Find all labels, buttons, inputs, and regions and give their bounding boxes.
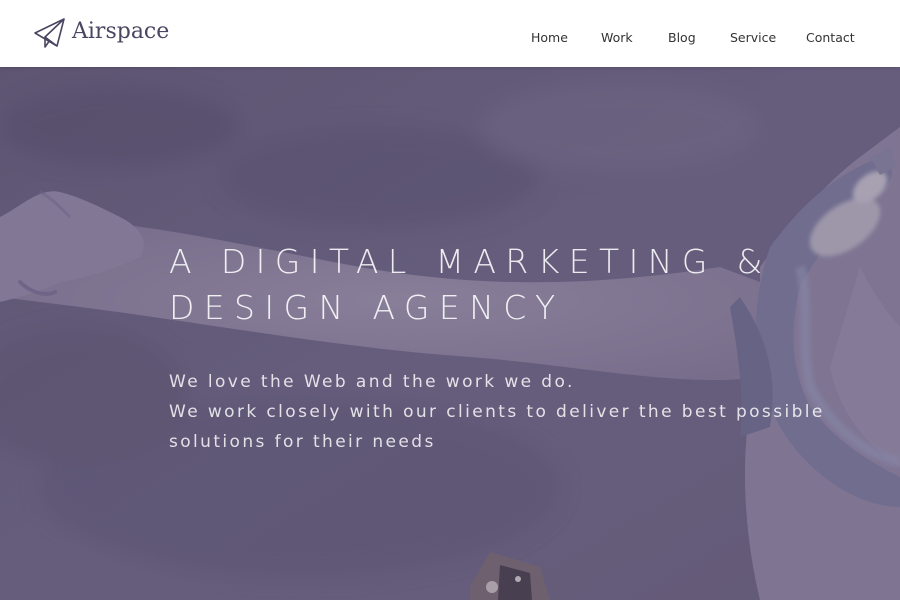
page: Airspace Home Work Blog Service Contact [0,0,900,600]
nav-home[interactable]: Home [531,30,568,45]
paper-plane-icon [34,18,65,48]
site-header: Airspace Home Work Blog Service Contact [0,0,900,67]
brand-name: Airspace [72,19,170,44]
nav-work[interactable]: Work [601,30,633,45]
hero-section: A DIGITAL MARKETING & DESIGN AGENCY We l… [0,67,900,600]
hero-line-2: We work closely with our clients to deli… [169,402,825,452]
brand-logo[interactable]: Airspace [33,16,169,50]
nav-contact[interactable]: Contact [806,30,855,45]
nav-blog[interactable]: Blog [668,30,696,45]
hero-line-1: We love the Web and the work we do. [169,372,575,392]
nav-service[interactable]: Service [730,30,776,45]
hero-title: A DIGITAL MARKETING & DESIGN AGENCY [169,242,772,327]
hero-overlay [0,67,900,600]
hero-description: We love the Web and the work we do. We w… [169,367,869,457]
